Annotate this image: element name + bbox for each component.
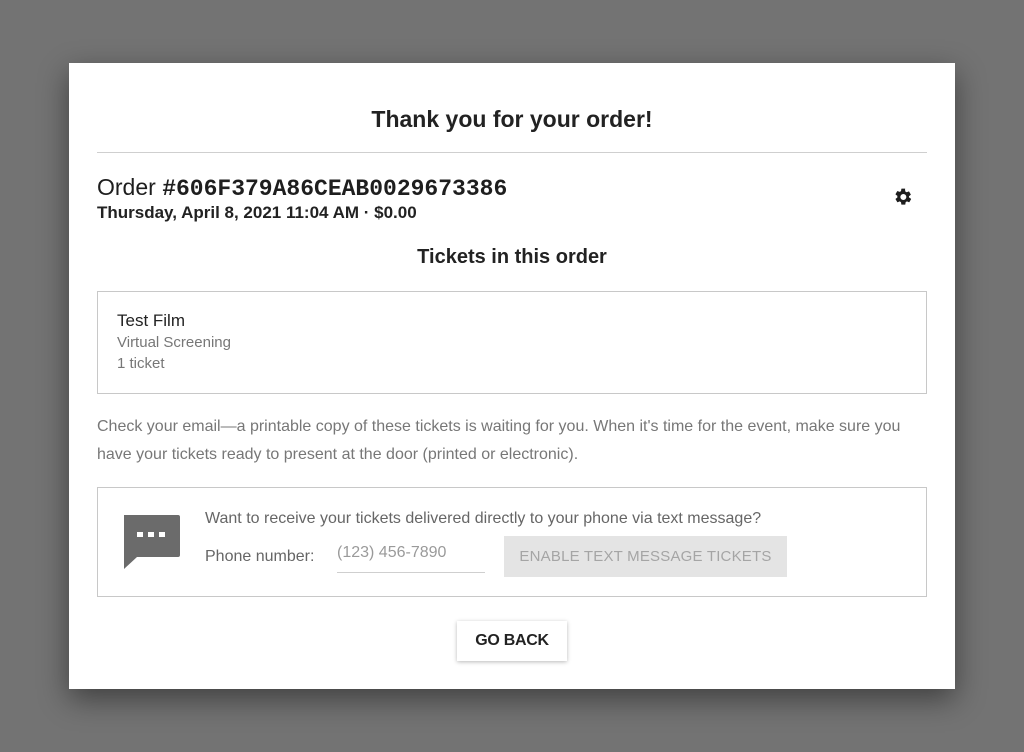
enable-text-tickets-button[interactable]: ENABLE TEXT MESSAGE TICKETS bbox=[504, 536, 787, 577]
order-number: Order #606F379A86CEAB0029673386 bbox=[97, 173, 507, 203]
sms-question: Want to receive your tickets delivered d… bbox=[205, 510, 762, 527]
ticket-card: Test Film Virtual Screening 1 ticket bbox=[97, 291, 927, 394]
phone-label: Phone number: bbox=[205, 548, 315, 565]
go-back-button[interactable]: GO BACK bbox=[457, 621, 567, 661]
ticket-count: 1 ticket bbox=[117, 355, 165, 372]
phone-input[interactable] bbox=[337, 541, 485, 573]
sms-tickets-panel: Want to receive your tickets delivered d… bbox=[97, 487, 927, 597]
order-id: #606F379A86CEAB0029673386 bbox=[162, 176, 508, 202]
ticket-type: Virtual Screening bbox=[117, 334, 231, 351]
gear-icon[interactable] bbox=[893, 187, 913, 207]
title-divider bbox=[97, 152, 927, 153]
order-confirmation-modal: Thank you for your order! Order #606F379… bbox=[69, 63, 955, 689]
email-note: Check your email—a printable copy of the… bbox=[97, 418, 901, 463]
chat-bubble-icon bbox=[121, 512, 181, 572]
order-header: Order #606F379A86CEAB0029673386 Thursday… bbox=[97, 173, 507, 223]
order-label: Order bbox=[97, 174, 163, 200]
order-meta: Thursday, April 8, 2021 11:04 AM · $0.00 bbox=[97, 203, 417, 222]
modal-title: Thank you for your order! bbox=[371, 106, 653, 132]
tickets-heading: Tickets in this order bbox=[417, 246, 607, 268]
ticket-title: Test Film bbox=[117, 311, 185, 330]
